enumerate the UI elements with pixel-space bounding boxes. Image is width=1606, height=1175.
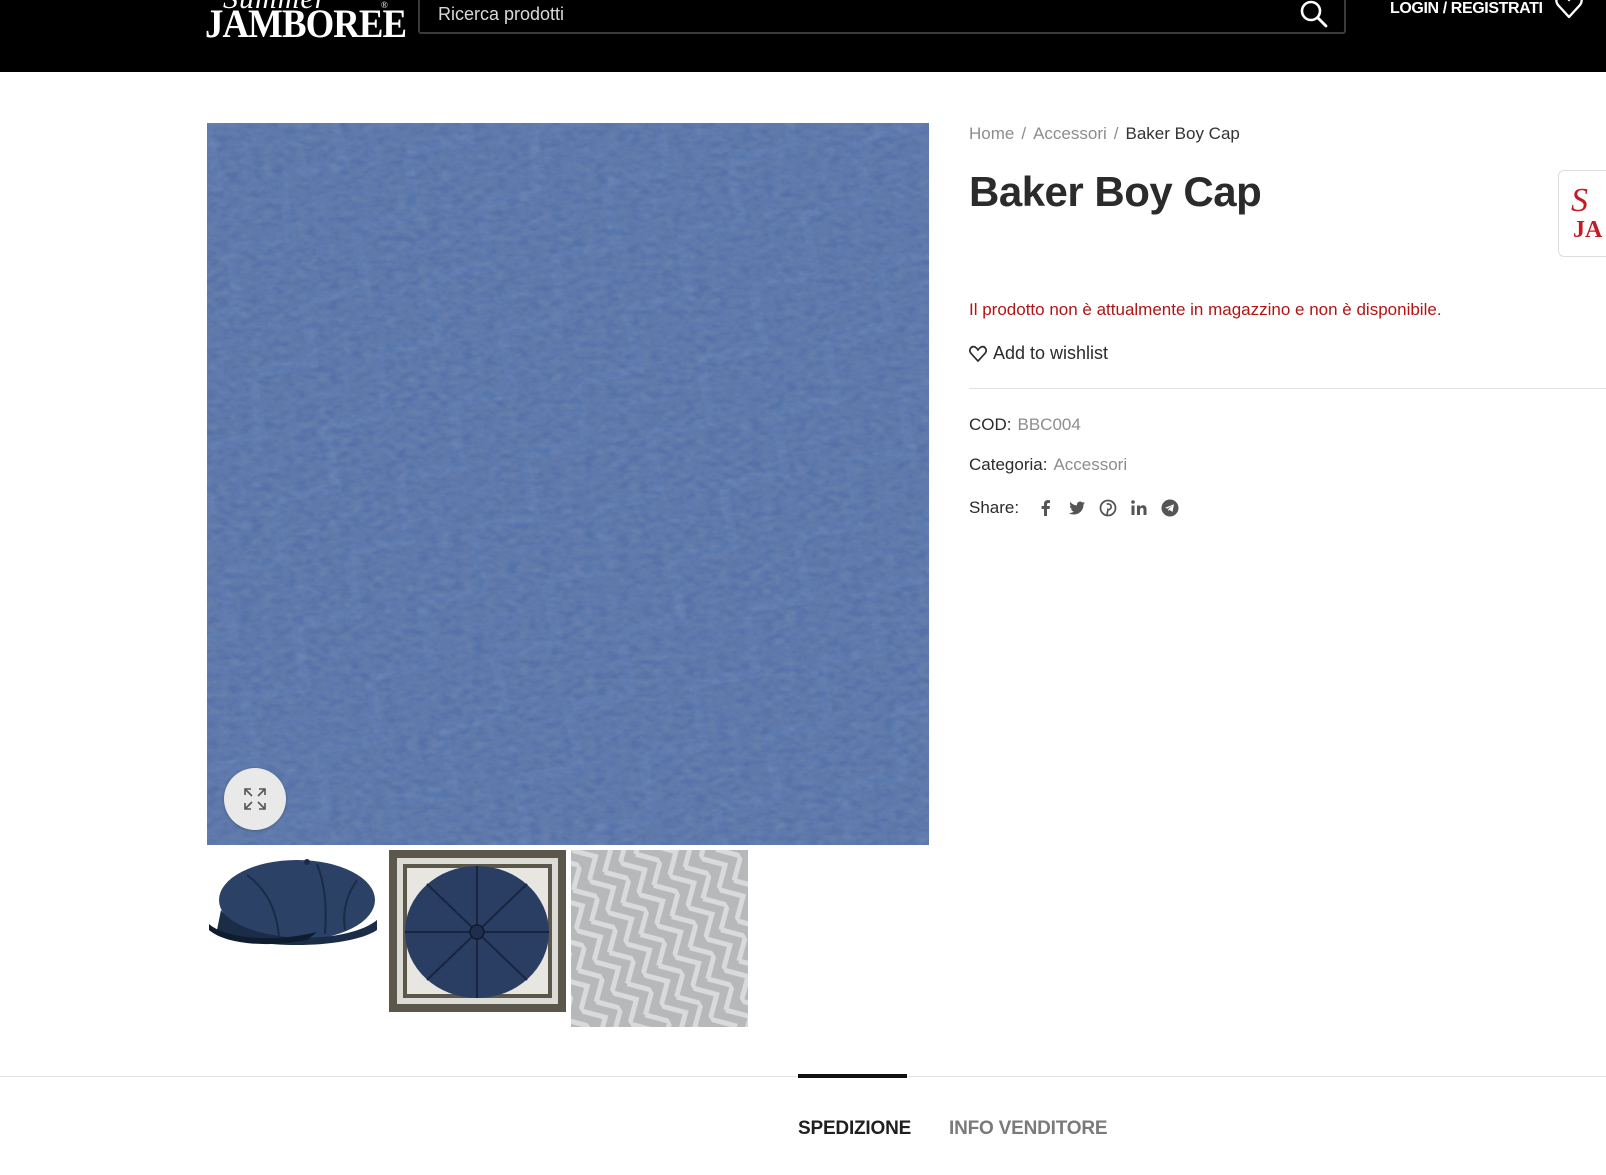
linkedin-icon[interactable]	[1130, 499, 1148, 517]
svg-text:S: S	[1571, 182, 1588, 219]
category-label: Categoria:	[969, 455, 1048, 474]
pinterest-icon[interactable]	[1099, 499, 1117, 517]
grey-fabric-thumbnail-image	[571, 850, 748, 1027]
breadcrumb-category-link[interactable]: Accessori	[1033, 124, 1107, 143]
sku-label: COD:	[969, 415, 1012, 434]
category-link[interactable]: Accessori	[1053, 455, 1127, 474]
add-to-wishlist-label: Add to wishlist	[993, 343, 1109, 363]
gallery-thumbnail[interactable]	[207, 850, 384, 1027]
product-sku: COD: BBC004	[969, 415, 1081, 435]
search-icon	[1300, 0, 1328, 28]
header-wishlist-button[interactable]	[1555, 0, 1583, 20]
tab-spedizione[interactable]: SPEDIZIONE	[798, 1118, 911, 1140]
section-divider	[969, 388, 1606, 389]
gallery-thumbnail[interactable]	[389, 850, 566, 1012]
breadcrumb-current: Baker Boy Cap	[1125, 124, 1240, 143]
sku-value: BBC004	[1017, 415, 1081, 434]
search-bar	[418, 0, 1346, 34]
product-title: Baker Boy Cap	[969, 168, 1262, 215]
expand-icon	[244, 788, 266, 810]
telegram-icon[interactable]	[1161, 499, 1179, 517]
product-category: Categoria: Accessori	[969, 455, 1127, 475]
logo-registered-mark: ®	[381, 0, 388, 10]
site-logo[interactable]: Summer JAMBOREE ®	[205, 0, 407, 54]
brand-logo-badge[interactable]: S JA	[1558, 170, 1606, 257]
search-input[interactable]	[438, 0, 1258, 32]
cap-side-thumbnail-image	[209, 859, 377, 945]
zoom-image-button[interactable]	[224, 768, 286, 830]
breadcrumb-home-link[interactable]: Home	[969, 124, 1014, 143]
facebook-icon[interactable]	[1037, 499, 1055, 517]
active-tab-indicator	[798, 1074, 907, 1078]
cap-top-thumbnail-image	[389, 850, 566, 1012]
share-row: Share:	[969, 498, 1179, 518]
twitter-icon[interactable]	[1068, 499, 1086, 517]
gallery-thumbnail[interactable]	[571, 850, 748, 1027]
add-to-wishlist-button[interactable]: Add to wishlist	[969, 343, 1108, 364]
breadcrumb-separator: /	[1021, 124, 1027, 143]
out-of-stock-message: Il prodotto non è attualmente in magazzi…	[969, 300, 1442, 319]
login-register-link[interactable]: LOGIN / REGISTRATI	[1390, 0, 1543, 18]
main-product-image[interactable]	[207, 123, 929, 845]
search-button[interactable]	[1298, 0, 1330, 30]
heart-icon	[969, 345, 987, 362]
breadcrumb-separator: /	[1113, 124, 1119, 143]
svg-text:JA: JA	[1573, 217, 1603, 243]
tab-info-venditore[interactable]: INFO VENDITORE	[949, 1118, 1108, 1140]
site-header: Summer JAMBOREE ® LOGIN / REGISTRATI	[0, 0, 1606, 72]
tweed-fabric-image	[207, 123, 929, 845]
logo-main-text: JAMBOREE	[205, 1, 407, 46]
heart-icon	[1555, 0, 1583, 19]
brand-logo-image: S JA	[1571, 182, 1603, 243]
share-label: Share:	[969, 498, 1020, 517]
breadcrumb: Home / Accessori / Baker Boy Cap	[969, 124, 1240, 144]
